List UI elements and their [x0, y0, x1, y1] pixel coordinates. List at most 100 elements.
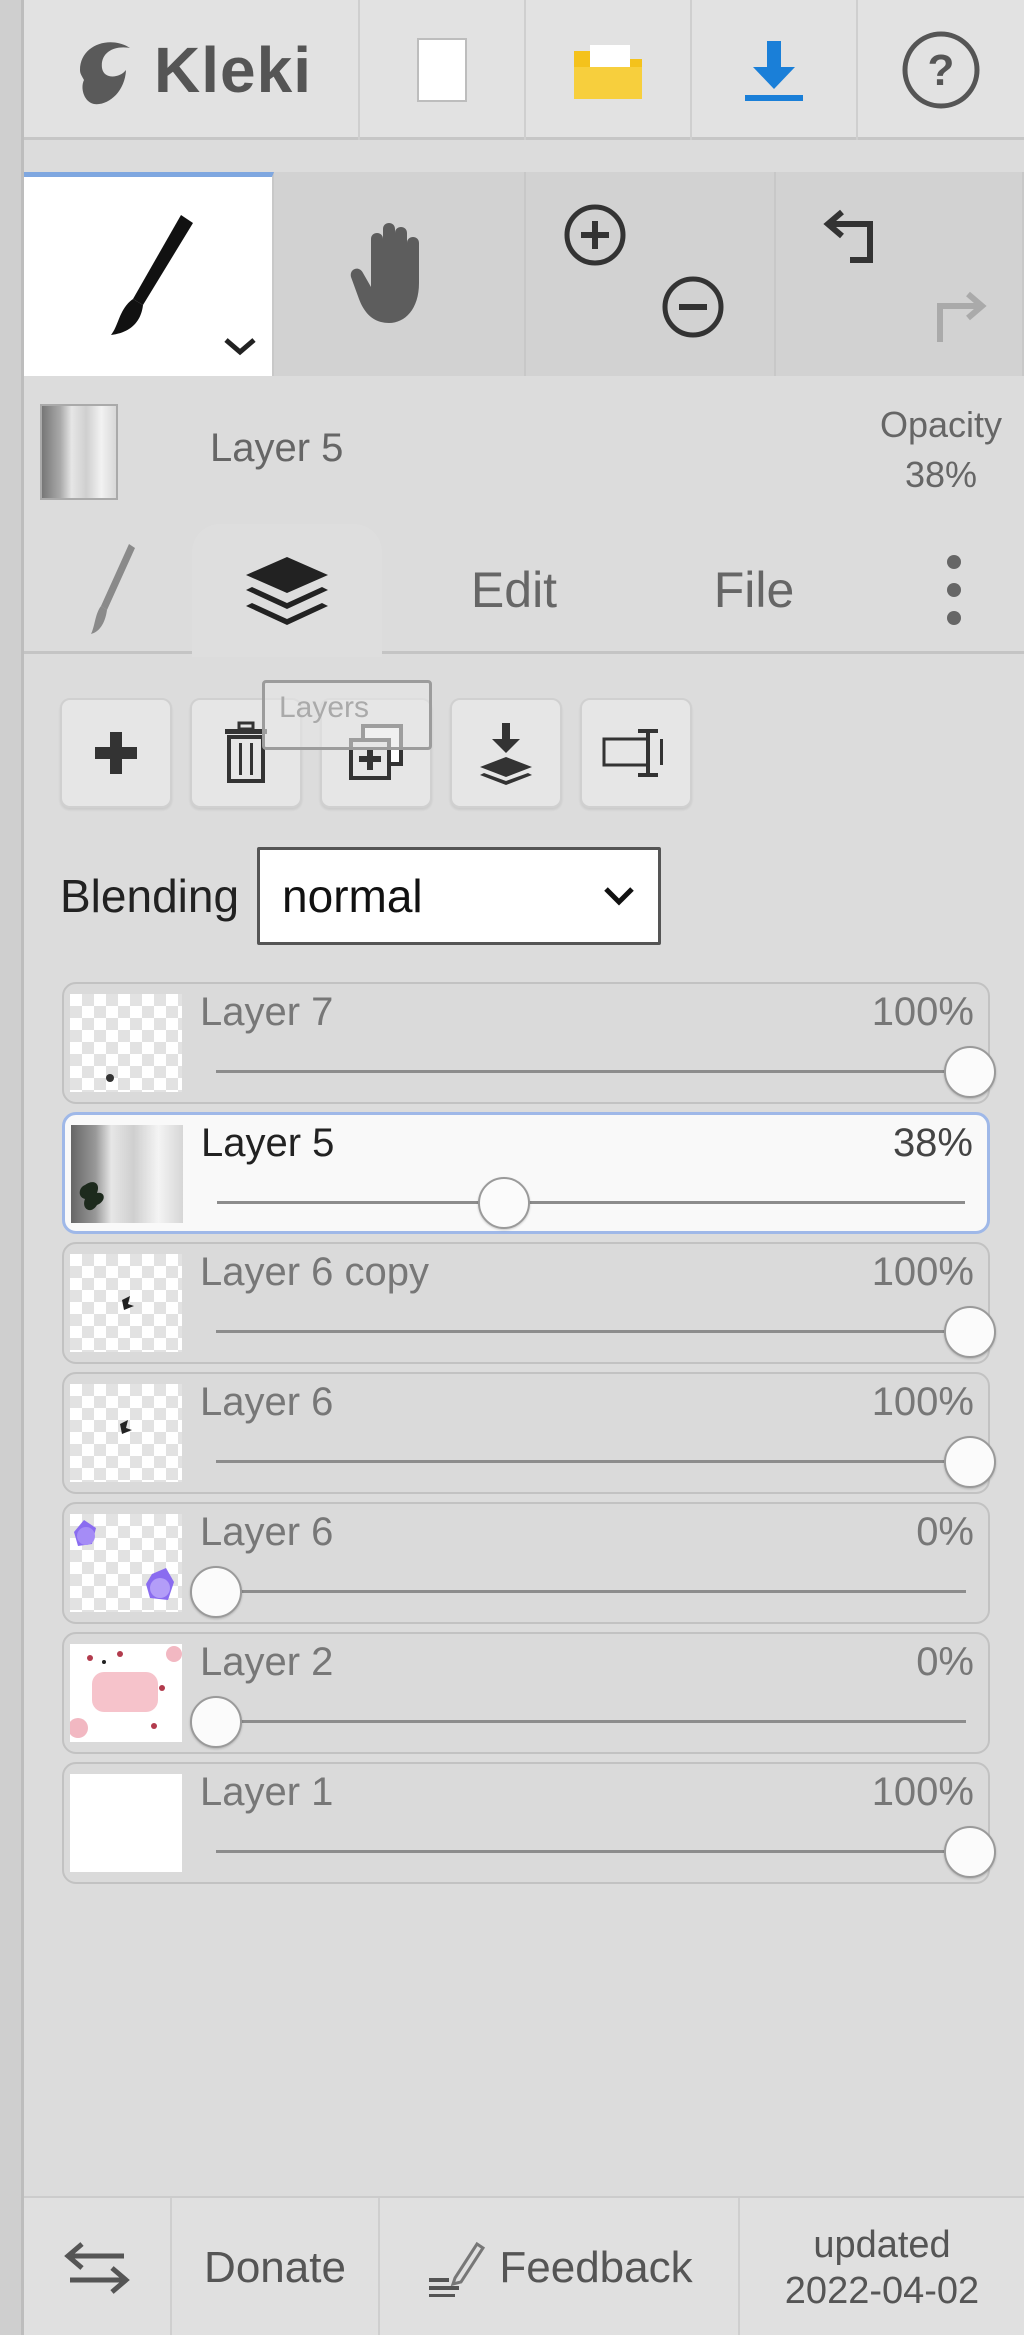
updated-label: updated — [813, 2223, 951, 2266]
opacity-slider-handle[interactable] — [944, 1436, 996, 1488]
svg-text:?: ? — [928, 46, 955, 95]
opacity-slider-track[interactable] — [216, 1330, 966, 1333]
feedback-pen-icon — [429, 2241, 486, 2297]
layer-actions: Layers — [24, 680, 1024, 810]
opacity-slider-handle[interactable] — [477, 1177, 530, 1229]
layer-opacity: 38% — [892, 1121, 973, 1165]
open-folder-icon — [574, 45, 642, 99]
zoom-out-icon[interactable] — [658, 272, 728, 342]
tab-brush[interactable] — [54, 526, 174, 654]
footer-bar: Donate Feedback updated 2022-04-02 — [24, 2196, 1024, 2335]
zoom-in-icon[interactable] — [560, 200, 630, 270]
tooltip: Layers — [262, 680, 432, 750]
opacity-label: Opacity — [879, 404, 1002, 445]
save-button[interactable] — [692, 0, 858, 140]
side-panel: Kleki ? Layer 5 Opacity 38% Edit File La… — [24, 0, 1024, 2335]
layer-thumbnail — [68, 1644, 182, 1742]
swap-side-button[interactable] — [24, 2198, 172, 2335]
opacity-value: 38% — [904, 454, 977, 495]
opacity-slider-track[interactable] — [216, 1460, 966, 1463]
new-file-icon — [417, 38, 467, 102]
rename-layer-button[interactable] — [580, 698, 692, 808]
kleki-logo[interactable]: Kleki — [24, 0, 360, 140]
redo-icon[interactable] — [916, 284, 996, 354]
layer-name: Layer 1 — [200, 1770, 334, 1814]
layer-thumbnail — [70, 1384, 182, 1482]
app-name: Kleki — [154, 34, 312, 106]
layer-thumbnail — [70, 1254, 182, 1352]
layer-list: Layer 7 100% Layer 5 38% Layer 6 copy 10… — [62, 982, 996, 1892]
hand-icon — [350, 223, 419, 323]
zoom-controls — [526, 172, 776, 376]
opacity-slider-track[interactable] — [216, 1590, 966, 1593]
merge-down-icon — [480, 723, 532, 785]
help-icon: ? — [902, 31, 980, 109]
open-file-button[interactable] — [526, 0, 692, 140]
layer-name: Layer 5 — [201, 1121, 335, 1165]
swap-arrows-icon — [64, 2241, 130, 2294]
opacity-slider-track[interactable] — [217, 1201, 965, 1204]
undo-icon[interactable] — [820, 202, 900, 272]
opacity-slider-track[interactable] — [216, 1720, 966, 1723]
new-file-button[interactable] — [360, 0, 526, 140]
blending-label: Blending — [60, 870, 240, 922]
feedback-label: Feedback — [499, 2242, 693, 2292]
layer-name: Layer 7 — [200, 990, 334, 1034]
layer-row-layer-5[interactable]: Layer 5 38% — [62, 1112, 990, 1234]
updated-date: 2022-04-02 — [784, 2269, 980, 2312]
layer-opacity: 0% — [916, 1510, 974, 1554]
tab-edit[interactable]: Edit — [404, 526, 624, 654]
brush-tool-button[interactable] — [24, 172, 274, 376]
history-controls — [776, 172, 1024, 376]
hand-tool-button[interactable] — [274, 172, 526, 376]
donate-link[interactable]: Donate — [172, 2198, 380, 2335]
layer-row-layer-7[interactable]: Layer 7 100% — [62, 982, 996, 1104]
chevron-down-icon — [604, 887, 634, 906]
layer-row-layer-2[interactable]: Layer 2 0% — [62, 1632, 990, 1754]
add-layer-button[interactable] — [60, 698, 172, 808]
layer-thumbnail — [70, 994, 182, 1092]
brush-icon — [111, 214, 193, 335]
chevron-down-icon[interactable] — [222, 334, 258, 358]
layer-opacity: 100% — [871, 990, 974, 1034]
merge-layer-button[interactable] — [450, 698, 562, 808]
blending-select[interactable]: normal — [257, 847, 662, 945]
layer-name: Layer 6 copy — [200, 1250, 430, 1294]
download-icon — [745, 41, 803, 101]
layer-name: Layer 6 — [200, 1380, 334, 1424]
feedback-link[interactable]: Feedback — [380, 2198, 740, 2335]
rename-icon — [602, 729, 663, 777]
layer-thumbnail — [71, 1125, 183, 1223]
layer-thumbnail — [70, 1774, 182, 1872]
plus-icon — [95, 732, 137, 774]
layer-name: Layer 2 — [200, 1640, 334, 1684]
top-bar: Kleki ? — [24, 0, 1024, 140]
opacity-slider-track[interactable] — [216, 1850, 966, 1853]
brush-tab-icon — [91, 544, 135, 634]
more-menu-button[interactable] — [914, 526, 994, 654]
layer-opacity: 100% — [871, 1250, 974, 1294]
tab-file[interactable]: File — [644, 526, 864, 654]
layer-opacity: 100% — [871, 1770, 974, 1814]
current-layer-info: Layer 5 Opacity 38% — [24, 376, 1024, 506]
tab-bar: Edit File — [24, 506, 1024, 657]
opacity-slider-handle[interactable] — [190, 1566, 242, 1618]
layer-row-layer-6-copy[interactable]: Layer 6 copy 100% — [62, 1242, 996, 1364]
opacity-slider-track[interactable] — [216, 1070, 966, 1073]
kleki-logo-icon — [80, 42, 131, 105]
opacity-slider-handle[interactable] — [944, 1306, 996, 1358]
opacity-slider-handle[interactable] — [944, 1046, 996, 1098]
layer-row-layer-6-purple[interactable]: Layer 6 0% — [62, 1502, 990, 1624]
layer-thumbnail — [70, 1514, 182, 1612]
help-button[interactable]: ? — [858, 0, 1024, 140]
blending-row: Blending normal — [60, 846, 662, 946]
current-layer-thumbnail — [40, 404, 118, 500]
tab-layers[interactable] — [192, 524, 382, 657]
opacity-slider-handle[interactable] — [944, 1826, 996, 1878]
current-layer-name: Layer 5 — [210, 426, 344, 470]
update-info[interactable]: updated 2022-04-02 — [740, 2198, 1024, 2335]
layer-row-layer-1[interactable]: Layer 1 100% — [62, 1762, 996, 1884]
layer-row-layer-6[interactable]: Layer 6 100% — [62, 1372, 996, 1494]
vertical-dots-icon — [947, 555, 961, 625]
opacity-slider-handle[interactable] — [190, 1696, 242, 1748]
